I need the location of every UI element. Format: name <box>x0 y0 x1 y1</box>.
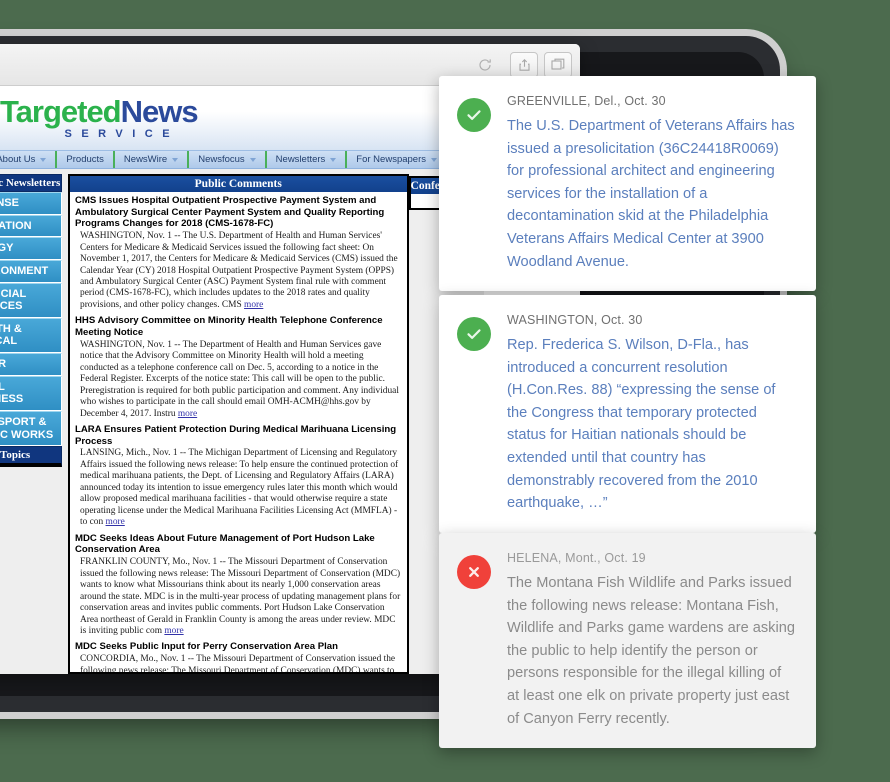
sidebar-item-label: FINANCIAL SERVICES <box>0 287 27 313</box>
sidebar-item-energy[interactable]: ENERGY <box>0 237 62 260</box>
nav-label: Newsfocus <box>198 154 245 165</box>
nav-item-newsfocus[interactable]: Newsfocus <box>189 151 267 168</box>
article-item[interactable]: LARA Ensures Patient Protection During M… <box>75 424 403 529</box>
article-body: FRANKLIN COUNTY, Mo., Nov. 1 -- The Miss… <box>75 557 403 637</box>
article-item[interactable]: MDC Seeks Ideas About Future Management … <box>75 533 403 638</box>
logo-subtitle: SERVICE <box>64 128 180 140</box>
nav-item-about-us[interactable]: About Us <box>0 151 58 168</box>
notification-meta: HELENA, Mont., Oct. 19 <box>507 551 646 565</box>
reload-icon[interactable] <box>470 52 500 78</box>
sidebar-item-label: EDUCATION <box>0 219 32 232</box>
sidebar-item-label: LABOR <box>0 358 7 371</box>
sidebar-item-label: HEALTH & MEDICAL <box>0 322 22 348</box>
chevron-down-icon <box>249 157 256 162</box>
sidebar-item-label: DEFENSE <box>0 197 19 209</box>
nav-item-newswire[interactable]: NewsWire <box>115 151 190 168</box>
sidebar-item-label: ENVIRONMENT <box>0 264 49 277</box>
notification-card[interactable]: GREENVILLE, Del., Oct. 30 The U.S. Depar… <box>439 76 816 292</box>
article-title: MDC Seeks Ideas About Future Management … <box>75 532 375 556</box>
article-item[interactable]: HHS Advisory Committee on Minority Healt… <box>75 315 403 420</box>
sidebar: Daily Topic Newsletters DEFENSE EDUCATIO… <box>0 174 68 674</box>
tabs-icon[interactable] <box>544 51 572 78</box>
nav-label: Products <box>66 154 104 165</box>
notification-body: The U.S. Department of Veterans Affairs … <box>507 118 795 270</box>
article-text: WASHINGTON, Nov. 1 -- The U.S. Departmen… <box>80 231 398 310</box>
logo-word-news: News <box>120 94 199 129</box>
notification-meta: WASHINGTON, Oct. 30 <box>507 313 643 327</box>
sidebar-item-label: ENERGY <box>0 242 14 255</box>
article-body: LANSING, Mich., Nov. 1 -- The Michigan D… <box>75 448 403 528</box>
check-circle-icon <box>457 98 491 132</box>
sidebar-item-label: SMALL BUSINESS <box>0 380 24 406</box>
nav-item-newsletters[interactable]: Newsletters <box>267 151 348 168</box>
article-text: WASHINGTON, Nov. 1 -- The Department of … <box>80 339 399 419</box>
sidebar-item-transport-public-works[interactable]: TRANSPORT & PUBLIC WORKS <box>0 411 62 447</box>
article-title: CMS Issues Hospital Outpatient Prospecti… <box>75 195 385 230</box>
nav-label: About Us <box>0 154 36 165</box>
chevron-down-icon <box>330 157 337 162</box>
public-comments-panel: Public Comments CMS Issues Hospital Outp… <box>68 174 409 674</box>
check-circle-icon <box>457 317 491 351</box>
sidebar-title: Daily Topic Newsletters <box>0 174 62 192</box>
notification-body: The Montana Fish Wildlife and Parks issu… <box>507 575 795 727</box>
sidebar-item-education[interactable]: EDUCATION <box>0 214 62 238</box>
chevron-down-icon <box>172 157 179 162</box>
sidebar-hot-topics[interactable]: Hot Topics <box>0 446 62 468</box>
sidebar-item-environment[interactable]: ENVIRONMENT <box>0 259 62 283</box>
x-circle-icon <box>457 555 491 589</box>
main-column: Public Comments CMS Issues Hospital Outp… <box>68 174 479 674</box>
article-title: LARA Ensures Patient Protection During M… <box>75 424 397 447</box>
article-more-link[interactable]: more <box>164 626 183 636</box>
article-item[interactable]: CMS Issues Hospital Outpatient Prospecti… <box>75 195 403 311</box>
nav-item-products[interactable]: Products <box>57 151 115 168</box>
article-list: CMS Issues Hospital Outpatient Prospecti… <box>70 192 407 672</box>
article-text: FRANKLIN COUNTY, Mo., Nov. 1 -- The Miss… <box>80 557 401 636</box>
chevron-down-icon <box>431 157 437 162</box>
nav-label: NewsWire <box>123 154 168 165</box>
share-icon[interactable] <box>510 51 538 78</box>
notification-meta: GREENVILLE, Del., Oct. 30 <box>507 94 666 108</box>
nav-item-for-newspapers[interactable]: For Newspapers <box>347 151 448 168</box>
sidebar-item-financial-services[interactable]: FINANCIAL SERVICES <box>0 282 62 318</box>
sidebar-item-labor[interactable]: LABOR <box>0 353 62 376</box>
chevron-down-icon <box>40 157 47 162</box>
article-more-link[interactable]: more <box>178 409 197 419</box>
section-title-public-comments: Public Comments <box>70 176 407 192</box>
article-text: LANSING, Mich., Nov. 1 -- The Michigan D… <box>80 448 399 528</box>
sidebar-item-label: TRANSPORT & PUBLIC WORKS <box>0 416 54 441</box>
notification-card[interactable]: HELENA, Mont., Oct. 19 The Montana Fish … <box>439 533 816 749</box>
article-title: HHS Advisory Committee on Minority Healt… <box>75 315 383 339</box>
notification-card[interactable]: WASHINGTON, Oct. 30 Rep. Frederica S. Wi… <box>439 295 816 533</box>
sidebar-item-health-medical[interactable]: HEALTH & MEDICAL <box>0 317 62 354</box>
article-more-link[interactable]: more <box>106 517 125 527</box>
sidebar-item-small-business[interactable]: SMALL BUSINESS <box>0 375 62 412</box>
article-title: MDC Seeks Public Input for Perry Conserv… <box>75 641 339 653</box>
article-body: CONCORDIA, Mo., Nov. 1 -- The Missouri D… <box>75 654 403 672</box>
notification-text: HELENA, Mont., Oct. 19 The Montana Fish … <box>507 551 796 730</box>
sidebar-item-defense[interactable]: DEFENSE <box>0 192 62 215</box>
article-body: WASHINGTON, Nov. 1 -- The Department of … <box>75 340 403 420</box>
notification-text: WASHINGTON, Oct. 30 Rep. Frederica S. Wi… <box>507 313 796 515</box>
notification-text: GREENVILLE, Del., Oct. 30 The U.S. Depar… <box>507 94 796 273</box>
article-text: CONCORDIA, Mo., Nov. 1 -- The Missouri D… <box>80 654 396 672</box>
logo-word-targeted: Targeted <box>0 94 122 129</box>
article-item[interactable]: MDC Seeks Public Input for Perry Conserv… <box>75 641 403 672</box>
notification-body: Rep. Frederica S. Wilson, D-Fla., has in… <box>507 337 776 512</box>
site-logo[interactable]: TargetedNews SERVICE <box>0 94 199 140</box>
nav-label: Newsletters <box>275 154 326 165</box>
nav-label: For Newspapers <box>356 154 426 165</box>
article-body: WASHINGTON, Nov. 1 -- The U.S. Departmen… <box>75 231 403 311</box>
article-more-link[interactable]: more <box>244 300 263 310</box>
